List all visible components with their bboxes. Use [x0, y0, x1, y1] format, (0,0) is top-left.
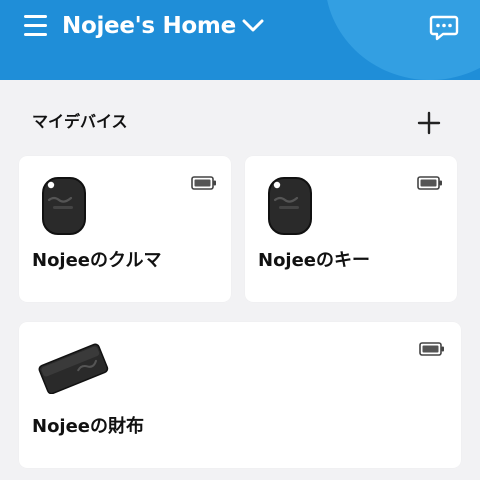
home-switcher[interactable]: Nojee's Home [62, 10, 264, 42]
tracker-card-image [38, 343, 109, 394]
device-name: Nojeeのクルマ [32, 250, 162, 271]
device-name: Nojeeの財布 [32, 416, 145, 437]
battery-full-icon [417, 176, 442, 190]
section-title: マイデバイス [32, 112, 128, 131]
device-name: Nojeeのキー [258, 250, 371, 271]
app-header: Nojee's Home [0, 0, 480, 80]
battery-full-icon [419, 342, 444, 356]
chevron-down-icon [242, 19, 264, 32]
tracker-tag-image [42, 177, 86, 235]
chat-icon[interactable] [428, 14, 460, 42]
home-title: Nojee's Home [62, 13, 236, 39]
battery-full-icon [191, 176, 216, 190]
device-card[interactable]: Nojeeのクルマ [19, 156, 231, 302]
device-card[interactable]: Nojeeのキー [245, 156, 457, 302]
tracker-tag-image [268, 177, 312, 235]
device-card[interactable]: Nojeeの財布 [19, 322, 461, 468]
plus-icon[interactable] [416, 110, 442, 136]
menu-icon[interactable] [24, 15, 48, 39]
